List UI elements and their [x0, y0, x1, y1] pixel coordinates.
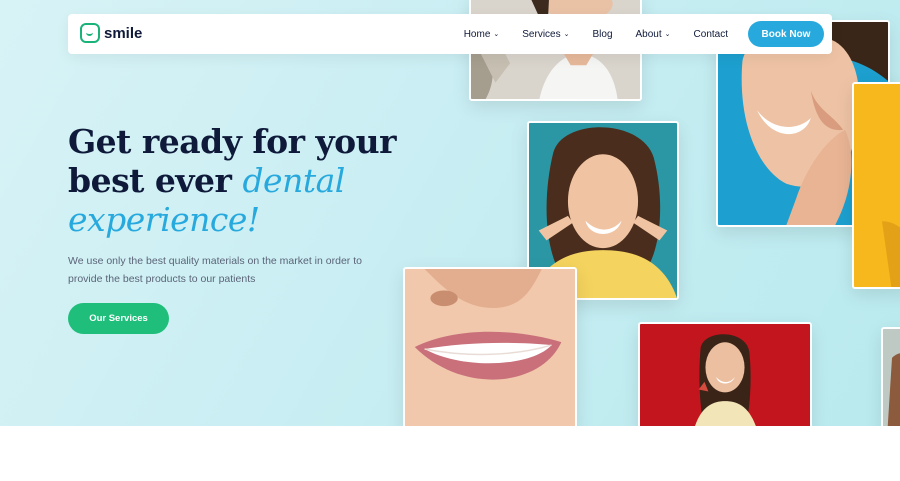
- edge-partial-photo: [881, 327, 900, 426]
- nav-item-blog[interactable]: Blog: [593, 29, 613, 40]
- hero-description: We use only the best quality materials o…: [68, 255, 362, 285]
- chevron-down-icon: ⌄: [664, 31, 671, 38]
- woman-red-background-photo: [638, 322, 812, 426]
- book-now-button[interactable]: Book Now: [748, 21, 824, 47]
- nav-item-home[interactable]: Home ⌄: [464, 29, 500, 40]
- nav-item-about[interactable]: About ⌄: [636, 29, 671, 40]
- chevron-down-icon: ⌄: [563, 31, 570, 38]
- smile-logo-icon: [80, 23, 100, 43]
- hero-headline: Get ready for your best ever dental expe…: [68, 122, 408, 239]
- chevron-down-icon: ⌄: [493, 31, 500, 38]
- brand-name: smile: [104, 24, 143, 42]
- headline-line-1: Get ready for your: [68, 122, 397, 161]
- nav-item-label: Blog: [592, 28, 613, 40]
- nav-item-services[interactable]: Services ⌄: [522, 29, 569, 40]
- top-navbar: smile Home ⌄ Services ⌄ Blog About ⌄ Con…: [68, 14, 832, 54]
- our-services-button[interactable]: Our Services: [68, 303, 169, 334]
- main-menu: Home ⌄ Services ⌄ Blog About ⌄ Contact: [441, 14, 728, 54]
- headline-line-2: best ever: [68, 161, 232, 200]
- nav-item-contact[interactable]: Contact: [694, 29, 728, 40]
- headline-accent-1: dental: [242, 161, 345, 200]
- hero-section: smile Home ⌄ Services ⌄ Blog About ⌄ Con…: [0, 0, 900, 426]
- nav-item-label: Contact: [693, 28, 728, 40]
- nav-item-label: Home: [463, 28, 491, 40]
- below-fold-area: [0, 426, 900, 481]
- nav-item-label: Services: [522, 28, 561, 40]
- brand-logo[interactable]: smile: [80, 23, 142, 43]
- nav-item-label: About: [635, 28, 662, 40]
- headline-accent-2: experience!: [68, 200, 260, 239]
- closeup-smile-photo: [403, 267, 577, 426]
- yellow-tile-photo: [852, 82, 900, 289]
